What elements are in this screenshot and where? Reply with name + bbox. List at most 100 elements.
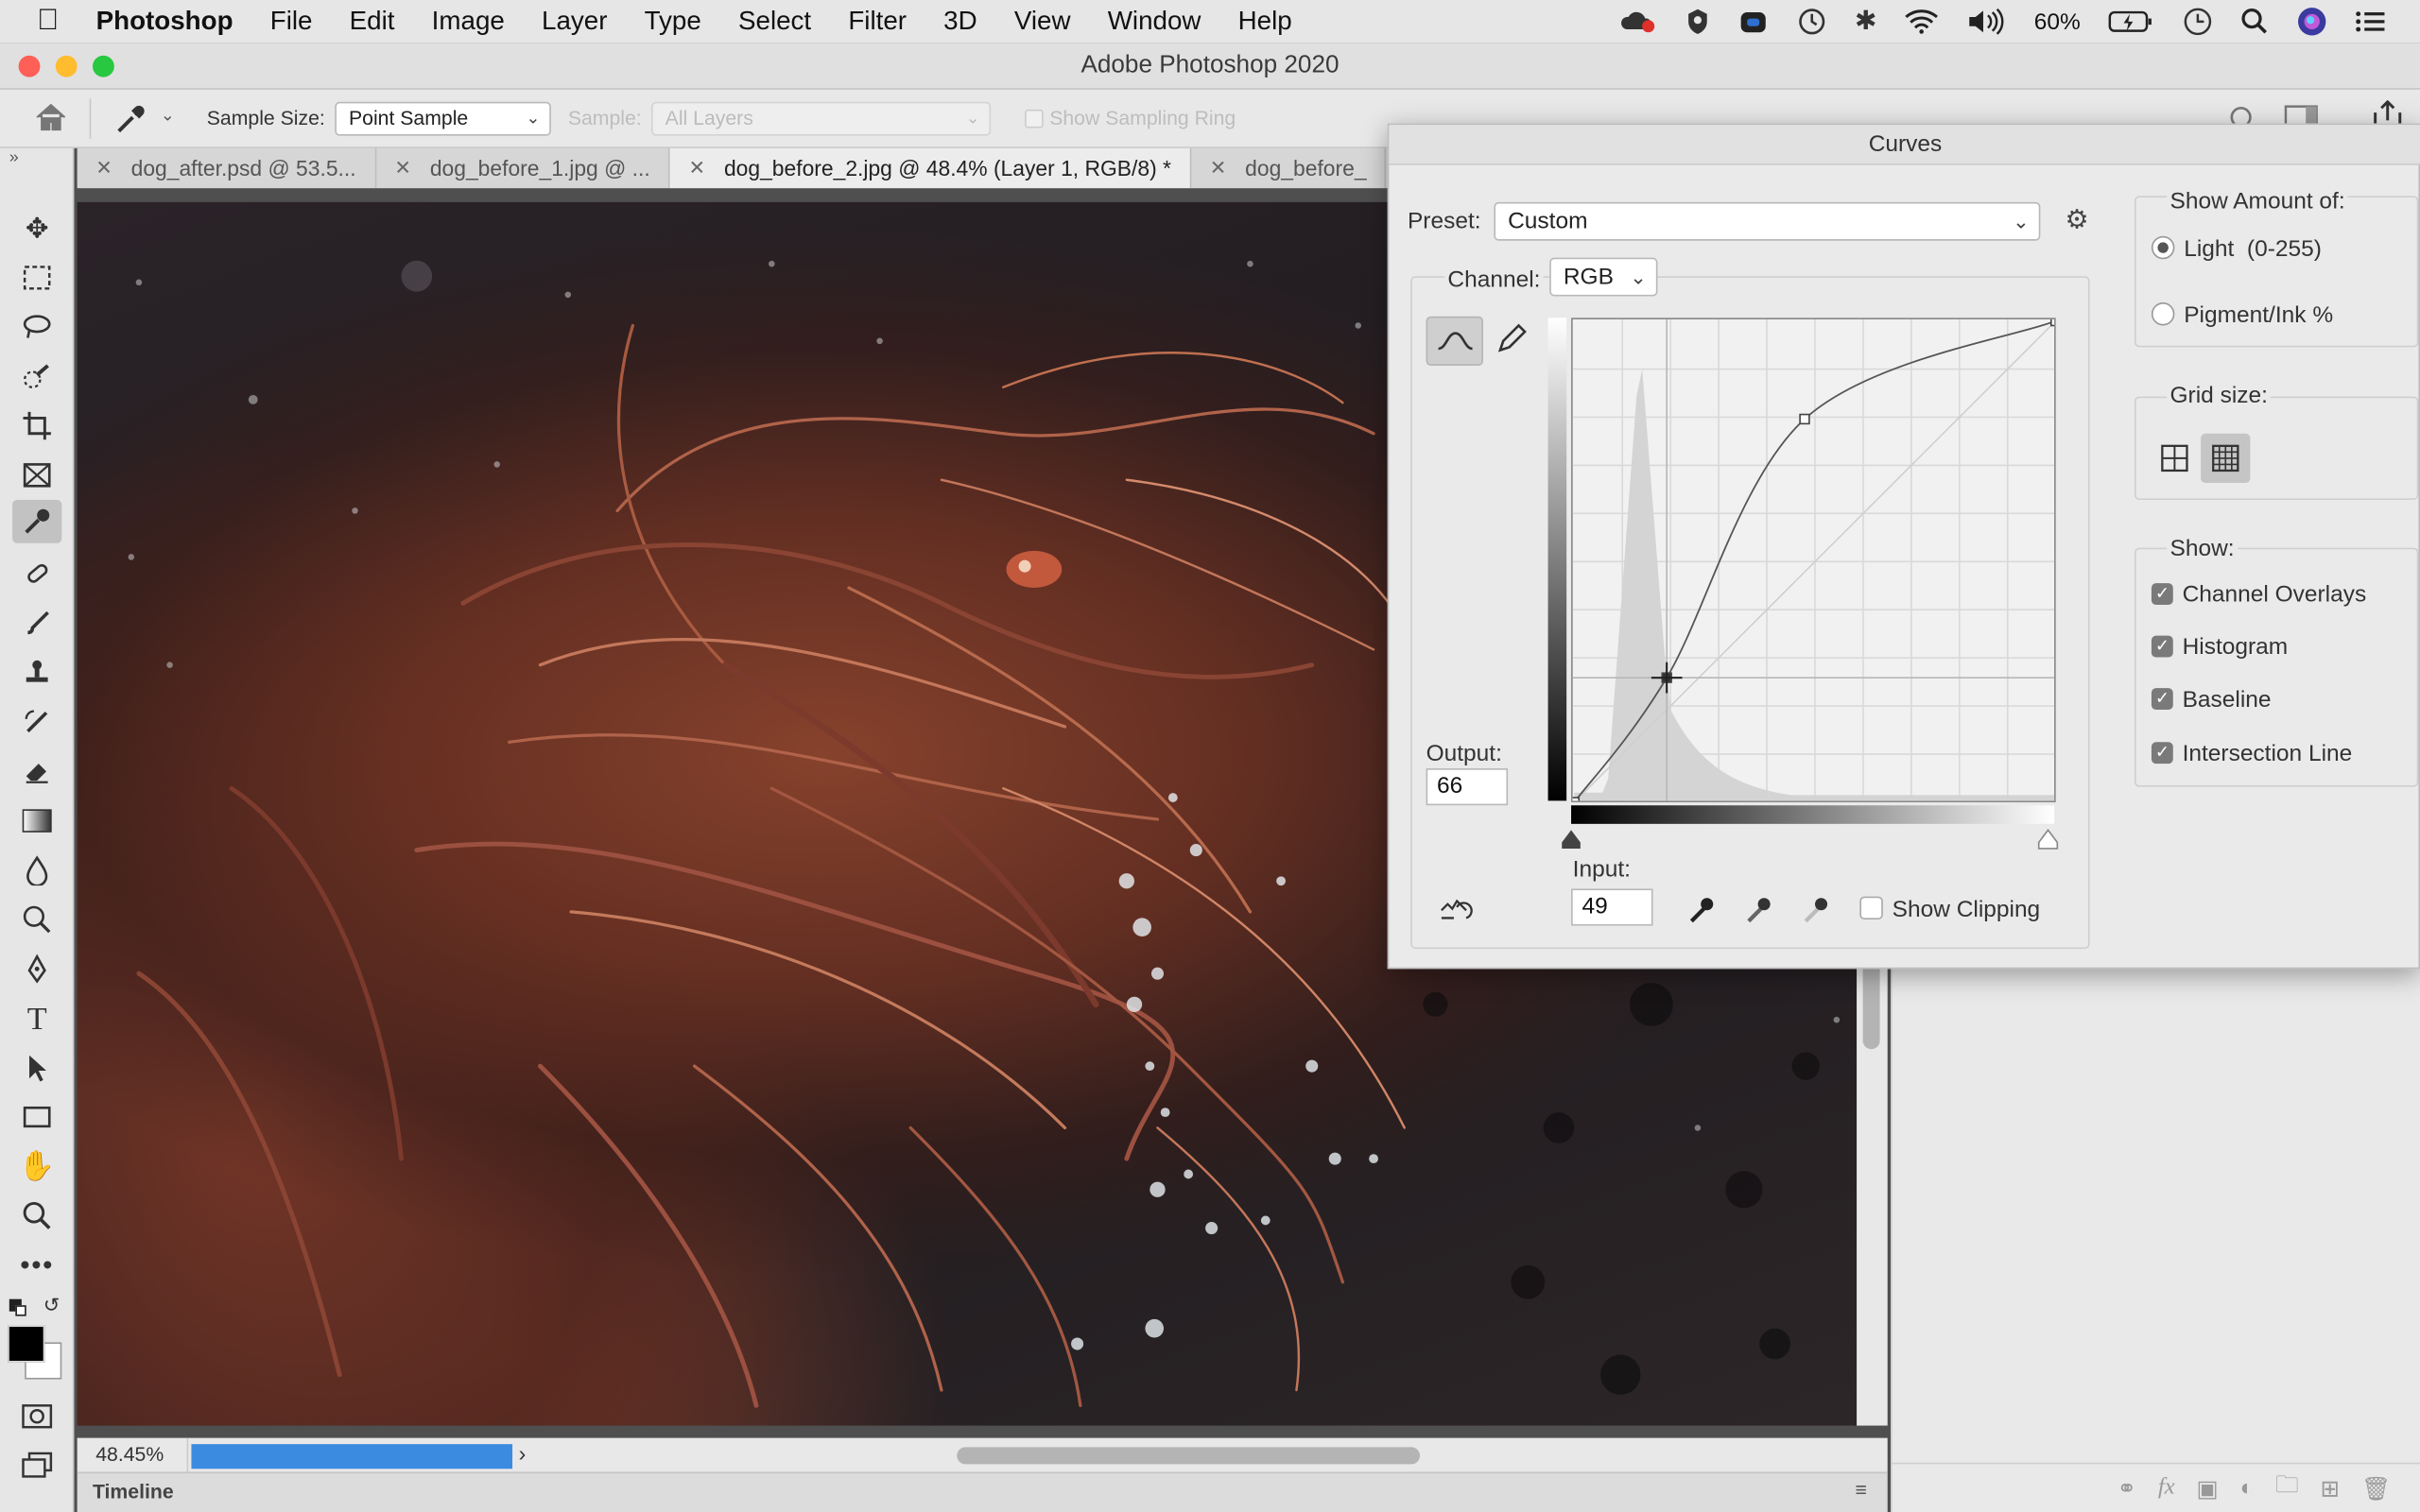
preset-options-gear-icon[interactable]: ⚙ bbox=[2065, 205, 2088, 236]
menu-help[interactable]: Help bbox=[1219, 7, 1310, 38]
move-tool-icon[interactable]: ✥ bbox=[12, 207, 61, 250]
wifi-icon[interactable] bbox=[1891, 9, 1952, 34]
menu-filter[interactable]: Filter bbox=[830, 7, 925, 38]
quick-selection-tool-icon[interactable] bbox=[12, 355, 61, 399]
home-icon[interactable] bbox=[34, 102, 68, 138]
history-brush-tool-icon[interactable] bbox=[12, 700, 61, 744]
tab-dog-before-2[interactable]: ✕ dog_before_2.jpg @ 48.4% (Layer 1, RGB/… bbox=[669, 147, 1192, 189]
close-tab-icon[interactable]: ✕ bbox=[95, 156, 112, 180]
horizontal-scroll-thumb[interactable] bbox=[957, 1447, 1421, 1465]
intersection-line-checkbox[interactable]: ✓ bbox=[2151, 742, 2173, 765]
quick-mask-icon[interactable] bbox=[12, 1395, 61, 1438]
white-point-slider[interactable] bbox=[2037, 829, 2059, 850]
gradient-tool-icon[interactable] bbox=[12, 799, 61, 843]
cloud-app-icon[interactable] bbox=[1723, 8, 1782, 35]
layer-style-fx-icon[interactable]: fx bbox=[2158, 1475, 2175, 1502]
delete-layer-icon[interactable]: 🗑 bbox=[2361, 1474, 2391, 1503]
menu-edit[interactable]: Edit bbox=[331, 7, 413, 38]
show-clipping-checkbox[interactable] bbox=[1859, 896, 1883, 920]
output-field[interactable]: 66 bbox=[1426, 768, 1509, 806]
expand-panel-icon[interactable]: » bbox=[9, 148, 19, 167]
foreground-color-swatch[interactable] bbox=[8, 1325, 45, 1363]
simple-grid-button[interactable] bbox=[2152, 434, 2198, 483]
channel-select[interactable]: RGB ⌄ bbox=[1549, 257, 1658, 297]
spotlight-search-icon[interactable] bbox=[2227, 8, 2283, 35]
type-tool-icon[interactable]: T bbox=[12, 997, 61, 1040]
bluetooth-icon[interactable]: ✱ bbox=[1841, 7, 1891, 38]
dodge-tool-icon[interactable] bbox=[12, 898, 61, 941]
hand-tool-icon[interactable]: ✋ bbox=[12, 1144, 61, 1188]
menu-app-name[interactable]: Photoshop bbox=[78, 7, 251, 38]
zoom-level[interactable]: 48.45% bbox=[78, 1437, 189, 1472]
menu-select[interactable]: Select bbox=[719, 7, 829, 38]
close-tab-icon[interactable]: ✕ bbox=[1210, 156, 1227, 180]
input-field[interactable]: 49 bbox=[1571, 888, 1653, 926]
zoom-tool-icon[interactable] bbox=[12, 1194, 61, 1238]
notification-center-icon[interactable] bbox=[2342, 9, 2420, 34]
apple-icon[interactable]:  bbox=[0, 5, 78, 39]
tab-dog-before-1[interactable]: ✕ dog_before_1.jpg @ ... bbox=[376, 147, 670, 189]
eyedropper-tool-preset-icon[interactable] bbox=[114, 102, 148, 141]
volume-icon[interactable] bbox=[1952, 8, 2020, 35]
shield-icon[interactable] bbox=[1671, 8, 1724, 35]
light-radio[interactable] bbox=[2151, 235, 2175, 260]
show-sampling-ring-checkbox[interactable] bbox=[1025, 109, 1044, 129]
curves-graph[interactable] bbox=[1571, 318, 2056, 802]
pencil-tool-icon[interactable] bbox=[1494, 322, 1528, 364]
menu-layer[interactable]: Layer bbox=[523, 7, 626, 38]
panel-menu-icon[interactable]: ≡ bbox=[1855, 1478, 1866, 1501]
sample-size-select[interactable]: Point Sample ⌄ bbox=[335, 101, 551, 136]
eyedropper-tool-icon[interactable] bbox=[12, 499, 62, 543]
brush-tool-icon[interactable] bbox=[12, 602, 61, 645]
menu-3d[interactable]: 3D bbox=[925, 7, 996, 38]
menu-window[interactable]: Window bbox=[1089, 7, 1219, 38]
zoom-window-button[interactable] bbox=[92, 55, 114, 77]
lasso-tool-icon[interactable] bbox=[12, 305, 61, 349]
battery-icon[interactable] bbox=[2095, 9, 2169, 34]
close-window-button[interactable] bbox=[18, 55, 41, 77]
siri-icon[interactable] bbox=[2283, 7, 2342, 38]
add-mask-icon[interactable]: ▣ bbox=[2196, 1474, 2218, 1503]
time-machine-icon[interactable] bbox=[1782, 7, 1841, 38]
blur-tool-icon[interactable] bbox=[12, 849, 61, 892]
black-point-slider[interactable] bbox=[1561, 829, 1582, 850]
healing-brush-tool-icon[interactable] bbox=[12, 552, 61, 595]
baseline-checkbox[interactable]: ✓ bbox=[2151, 688, 2173, 711]
curve-point-tool-button[interactable] bbox=[1426, 316, 1483, 366]
path-selection-tool-icon[interactable] bbox=[12, 1046, 61, 1090]
new-group-icon[interactable]: 🗀 bbox=[2275, 1469, 2299, 1507]
minimize-window-button[interactable] bbox=[55, 55, 78, 77]
swap-colors-icon[interactable]: ↺ bbox=[43, 1293, 60, 1317]
channel-overlays-checkbox[interactable]: ✓ bbox=[2151, 583, 2173, 605]
creative-cloud-icon[interactable] bbox=[1603, 8, 1671, 35]
menu-image[interactable]: Image bbox=[413, 7, 523, 38]
menu-type[interactable]: Type bbox=[626, 7, 719, 38]
new-layer-icon[interactable]: ⊞ bbox=[2320, 1474, 2340, 1503]
detailed-grid-button[interactable] bbox=[2201, 433, 2251, 484]
gray-point-eyedropper-icon[interactable] bbox=[1742, 893, 1776, 935]
on-image-adjust-icon[interactable] bbox=[1435, 892, 1475, 934]
rectangle-tool-icon[interactable] bbox=[12, 1095, 61, 1139]
histogram-checkbox[interactable]: ✓ bbox=[2151, 635, 2173, 658]
timeline-panel-tab[interactable]: Timeline ≡ bbox=[77, 1471, 1888, 1512]
tab-dog-before-3[interactable]: ✕ dog_before_ bbox=[1191, 147, 1387, 189]
crop-tool-icon[interactable] bbox=[12, 404, 61, 448]
pigment-radio[interactable] bbox=[2151, 301, 2175, 326]
white-point-eyedropper-icon[interactable] bbox=[1800, 893, 1834, 935]
preset-select[interactable]: Custom ⌄ bbox=[1494, 201, 2041, 241]
default-colors-icon[interactable] bbox=[9, 1298, 28, 1318]
eraser-tool-icon[interactable] bbox=[12, 749, 61, 793]
tab-dog-after[interactable]: ✕ dog_after.psd @ 53.5... bbox=[78, 147, 376, 189]
frame-tool-icon[interactable] bbox=[12, 454, 61, 497]
black-point-eyedropper-icon[interactable] bbox=[1685, 893, 1720, 935]
sample-layers-select[interactable]: All Layers ⌄ bbox=[650, 101, 992, 136]
battery-percent[interactable]: 60% bbox=[2020, 9, 2094, 35]
chevron-right-icon[interactable]: › bbox=[519, 1441, 527, 1466]
link-layers-icon[interactable]: ⚭ bbox=[2118, 1474, 2137, 1503]
chevron-down-icon[interactable]: ⌄ bbox=[161, 105, 175, 126]
close-tab-icon[interactable]: ✕ bbox=[689, 156, 706, 180]
menu-view[interactable]: View bbox=[995, 7, 1089, 38]
adjustment-layer-icon[interactable]: ◐ bbox=[2239, 1475, 2254, 1502]
screen-mode-icon[interactable] bbox=[12, 1444, 61, 1487]
clock-icon[interactable] bbox=[2169, 7, 2227, 38]
